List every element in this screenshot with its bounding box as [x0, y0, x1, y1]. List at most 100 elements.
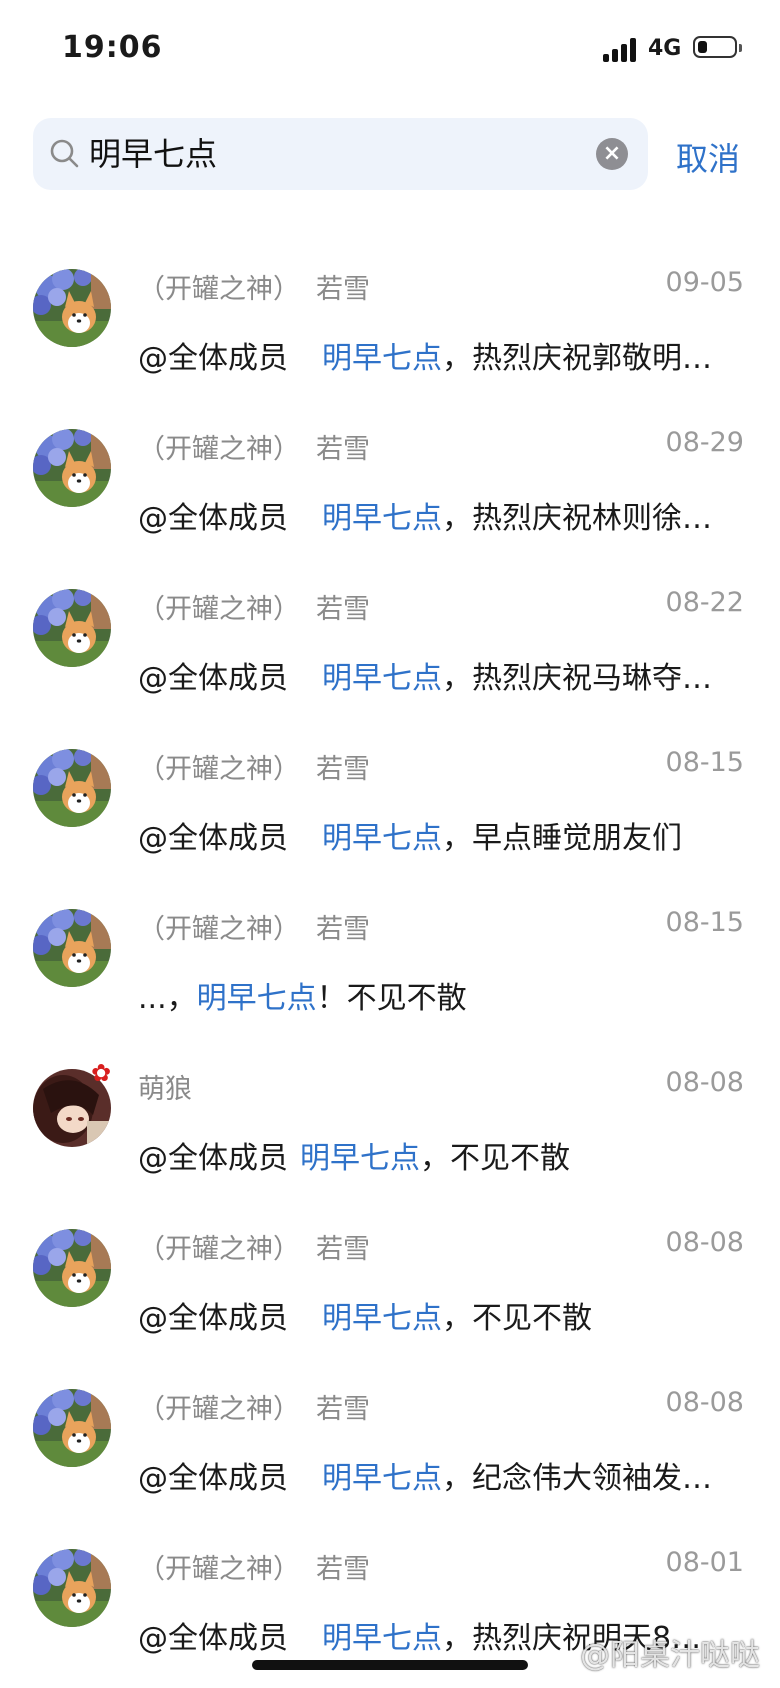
- message-rest: ，热烈庆祝马琳夺…: [442, 661, 712, 696]
- message-preview: @全体成员 明早七点，不见不散: [138, 1293, 738, 1337]
- battery-icon: [693, 36, 742, 58]
- nickname: 若雪: [316, 754, 370, 785]
- keyword-highlight: 明早七点: [300, 1141, 420, 1176]
- mention-text: @全体成员: [138, 1621, 288, 1656]
- message-preview: ...，明早七点！不见不散: [138, 973, 738, 1017]
- message-date: 08-08: [665, 1387, 744, 1418]
- search-input[interactable]: [89, 118, 609, 190]
- group-tag: （开罐之神）: [138, 274, 300, 305]
- message-preview: @全体成员 明早七点，热烈庆祝林则徐…: [138, 493, 738, 537]
- list-item[interactable]: （开罐之神） 若雪 08-15 @全体成员 明早七点，早点睡觉朋友们: [0, 725, 780, 885]
- message-rest: ，不见不散: [420, 1141, 570, 1176]
- nickname: 若雪: [316, 594, 370, 625]
- sender-name: （开罐之神） 若雪: [138, 1547, 370, 1586]
- sender-name: 萌狼: [138, 1067, 192, 1106]
- group-tag: （开罐之神）: [138, 594, 300, 625]
- list-item[interactable]: （开罐之神） 若雪 08-22 @全体成员 明早七点，热烈庆祝马琳夺…: [0, 565, 780, 725]
- network-type: 4G: [648, 36, 682, 61]
- clear-search-icon[interactable]: ×: [596, 138, 628, 170]
- message-rest: ，不见不散: [442, 1301, 592, 1336]
- sender-name: （开罐之神） 若雪: [138, 1227, 370, 1266]
- message-preview: @全体成员 明早七点，不见不散: [138, 1133, 738, 1177]
- message-date: 08-15: [665, 747, 744, 778]
- cancel-button[interactable]: 取消: [676, 134, 740, 180]
- group-tag: （开罐之神）: [138, 754, 300, 785]
- message-rest: ，纪念伟大领袖发…: [442, 1461, 712, 1496]
- mention-text: @全体成员: [138, 501, 288, 536]
- search-bar[interactable]: ×: [33, 118, 648, 190]
- message-preview: @全体成员 明早七点，热烈庆祝郭敬明…: [138, 333, 738, 377]
- corgi-avatar-image: [33, 269, 111, 347]
- message-rest: ，热烈庆祝郭敬明…: [442, 341, 712, 376]
- avatar[interactable]: [33, 269, 111, 347]
- message-date: 08-08: [665, 1227, 744, 1258]
- nickname: 若雪: [316, 274, 370, 305]
- corgi-avatar-image: [33, 909, 111, 987]
- sender-name: （开罐之神） 若雪: [138, 587, 370, 626]
- mention-text: @全体成员: [138, 661, 288, 696]
- keyword-highlight: 明早七点: [322, 1301, 442, 1336]
- message-date: 08-29: [665, 427, 744, 458]
- avatar[interactable]: [33, 1229, 111, 1307]
- message-date: 08-08: [665, 1067, 744, 1098]
- list-item[interactable]: （开罐之神） 若雪 08-08 @全体成员 明早七点，不见不散: [0, 1205, 780, 1365]
- list-item[interactable]: （开罐之神） 若雪 08-15 ...，明早七点！不见不散: [0, 885, 780, 1045]
- avatar[interactable]: [33, 589, 111, 667]
- message-preview: @全体成员 明早七点，早点睡觉朋友们: [138, 813, 738, 857]
- status-time: 19:06: [62, 30, 163, 65]
- sender-name: （开罐之神） 若雪: [138, 267, 370, 306]
- list-item[interactable]: （开罐之神） 若雪 09-05 @全体成员 明早七点，热烈庆祝郭敬明…: [0, 245, 780, 405]
- list-item[interactable]: （开罐之神） 若雪 08-29 @全体成员 明早七点，热烈庆祝林则徐…: [0, 405, 780, 565]
- corgi-avatar-image: [33, 1389, 111, 1467]
- group-tag: （开罐之神）: [138, 1554, 300, 1585]
- sender-name: （开罐之神） 若雪: [138, 907, 370, 946]
- keyword-highlight: 明早七点: [196, 981, 317, 1016]
- corgi-avatar-image: [33, 1549, 111, 1627]
- keyword-highlight: 明早七点: [322, 1621, 442, 1656]
- group-tag: （开罐之神）: [138, 1234, 300, 1265]
- avatar[interactable]: [33, 909, 111, 987]
- list-item[interactable]: ✿ 萌狼 08-08 @全体成员 明早七点，不见不散: [0, 1045, 780, 1205]
- mention-text: @全体成员: [138, 821, 288, 856]
- sender-name: （开罐之神） 若雪: [138, 1387, 370, 1426]
- avatar[interactable]: [33, 1549, 111, 1627]
- avatar[interactable]: [33, 1389, 111, 1467]
- message-preview: @全体成员 明早七点，纪念伟大领袖发…: [138, 1453, 738, 1497]
- message-rest: ，早点睡觉朋友们: [442, 821, 682, 856]
- avatar[interactable]: [33, 429, 111, 507]
- nickname: 若雪: [316, 914, 370, 945]
- avatar[interactable]: ✿: [33, 1061, 111, 1147]
- mention-text: @全体成员: [138, 1301, 288, 1336]
- keyword-highlight: 明早七点: [322, 501, 442, 536]
- corgi-avatar-image: [33, 589, 111, 667]
- mention-text: ...，: [138, 981, 197, 1016]
- keyword-highlight: 明早七点: [322, 341, 442, 376]
- message-date: 08-01: [665, 1547, 744, 1578]
- nickname: 若雪: [316, 1554, 370, 1585]
- message-date: 08-22: [665, 587, 744, 618]
- message-rest: ！不见不散: [316, 981, 467, 1016]
- home-indicator: [252, 1660, 528, 1670]
- message-preview: @全体成员 明早七点，热烈庆祝马琳夺…: [138, 653, 738, 697]
- watermark: @阳桌汁哒哒: [580, 1638, 760, 1673]
- corgi-avatar-image: [33, 749, 111, 827]
- avatar[interactable]: [33, 749, 111, 827]
- keyword-highlight: 明早七点: [322, 1461, 442, 1496]
- list-item[interactable]: （开罐之神） 若雪 08-08 @全体成员 明早七点，纪念伟大领袖发…: [0, 1365, 780, 1525]
- keyword-highlight: 明早七点: [322, 661, 442, 696]
- keyword-highlight: 明早七点: [322, 821, 442, 856]
- nickname: 若雪: [316, 434, 370, 465]
- message-rest: ，热烈庆祝林则徐…: [442, 501, 712, 536]
- signal-icon: [603, 38, 639, 62]
- corgi-avatar-image: [33, 429, 111, 507]
- corgi-avatar-image: [33, 1229, 111, 1307]
- group-tag: （开罐之神）: [138, 434, 300, 465]
- message-date: 08-15: [665, 907, 744, 938]
- search-results-list: （开罐之神） 若雪 09-05 @全体成员 明早七点，热烈庆祝郭敬明… （开罐之神）…: [0, 245, 780, 1685]
- mention-text: @全体成员: [138, 1141, 288, 1176]
- nickname: 萌狼: [138, 1074, 192, 1105]
- nickname: 若雪: [316, 1234, 370, 1265]
- flower-badge-icon: ✿: [91, 1059, 112, 1087]
- search-icon: [50, 139, 79, 168]
- message-date: 09-05: [665, 267, 744, 298]
